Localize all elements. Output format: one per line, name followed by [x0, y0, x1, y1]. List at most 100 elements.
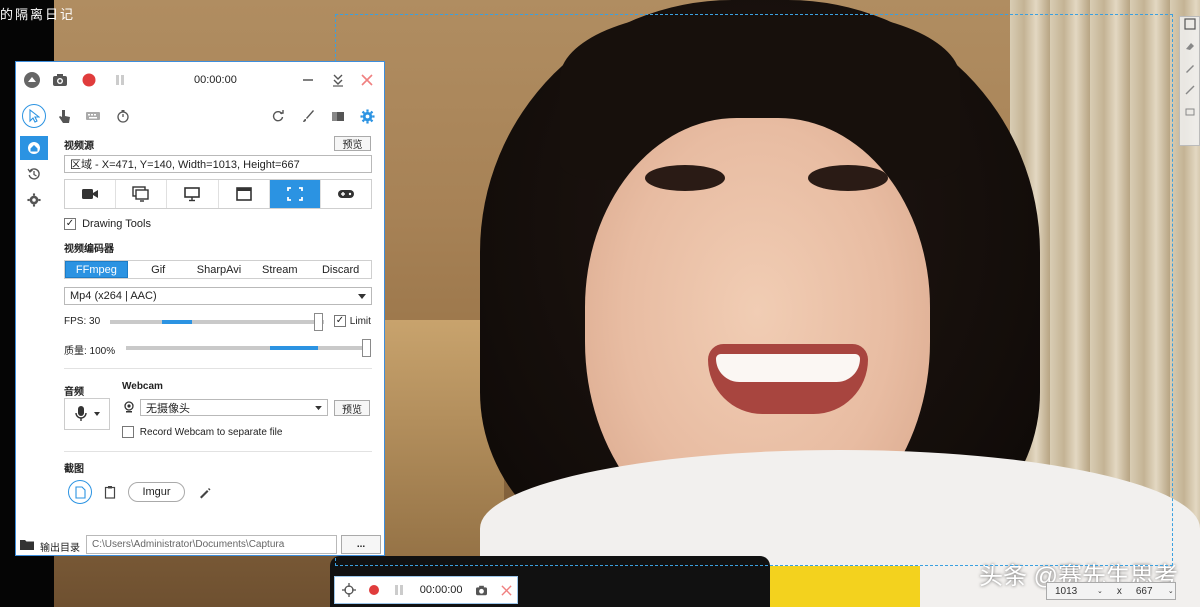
fps-limit-label: Limit: [349, 315, 371, 327]
tab-ffmpeg[interactable]: FFmpeg: [65, 261, 128, 278]
source-window-option[interactable]: [219, 180, 270, 208]
line-tool-icon[interactable]: [1180, 83, 1199, 105]
history-icon: [27, 168, 40, 180]
video-camera-icon: [82, 189, 99, 199]
shape-tool-icon[interactable]: [1180, 105, 1199, 127]
region-size-box: 1013 ⌄ x 667 ⌄: [1046, 582, 1176, 600]
tab-sharpavi[interactable]: SharpAvi: [189, 261, 250, 278]
mini-region-button[interactable]: [338, 579, 359, 601]
quality-slider[interactable]: [126, 339, 371, 357]
browse-output-button[interactable]: ...: [341, 535, 381, 554]
image-editor-button[interactable]: [194, 482, 214, 502]
fps-limit-checkbox[interactable]: ✓ Limit: [334, 315, 371, 327]
close-icon: [361, 74, 373, 86]
chevron-down-icon: [358, 294, 366, 299]
fps-slider-thumb[interactable]: [314, 313, 323, 331]
video-source-selector: [64, 179, 372, 209]
tray-button[interactable]: [328, 70, 348, 90]
source-game-option[interactable]: [321, 180, 371, 208]
pencil-icon: [199, 487, 210, 498]
overlay-icon: [332, 112, 344, 121]
close-button[interactable]: [357, 70, 377, 90]
overlay-button[interactable]: [328, 106, 348, 126]
webcam-dropdown-value: 无摄像头: [146, 402, 190, 415]
drawing-tools-checkbox[interactable]: ✓ Drawing Tools: [64, 218, 151, 231]
audio-label: 音频: [64, 387, 84, 398]
region-height-field[interactable]: 667: [1136, 586, 1168, 597]
mini-screenshot-button[interactable]: [471, 579, 492, 601]
tab-discard[interactable]: Discard: [310, 261, 371, 278]
microphone-icon: [75, 406, 87, 421]
format-dropdown[interactable]: Mp4 (x264 | AAC): [64, 287, 372, 305]
sidebar-item-settings[interactable]: [20, 188, 48, 212]
refresh-icon: [272, 110, 284, 122]
source-webcam-option[interactable]: [65, 180, 117, 208]
source-screen-option[interactable]: [167, 180, 219, 208]
save-to-disk-button[interactable]: [68, 480, 92, 504]
collapse-button[interactable]: [22, 70, 42, 90]
pause-icon: [395, 585, 404, 595]
captura-window: 00:00:00 视频源 预览 区域 - X=471, Y=140, Width…: [15, 61, 385, 556]
region-width-spin-icon[interactable]: ⌄: [1097, 587, 1103, 595]
recording-timer: 00:00:00: [194, 74, 237, 86]
sidebar-item-history[interactable]: [20, 162, 48, 186]
clipboard-button[interactable]: [100, 482, 120, 502]
output-path-field[interactable]: C:\Users\Administrator\Documents\Captura: [86, 535, 337, 554]
sidebar: [20, 136, 50, 216]
settings-button[interactable]: [357, 106, 377, 126]
webcam-separate-file-checkbox[interactable]: Record Webcam to separate file: [122, 426, 282, 438]
sidebar-item-home[interactable]: [20, 136, 48, 160]
capture-region-selection[interactable]: [335, 14, 1173, 566]
clicks-toggle-button[interactable]: [54, 106, 74, 126]
refresh-button[interactable]: [268, 106, 288, 126]
source-multi-screen-option[interactable]: [116, 180, 168, 208]
region-size-separator: x: [1116, 585, 1122, 597]
region-height-spin-icon[interactable]: ⌄: [1168, 587, 1174, 595]
mini-close-button[interactable]: [496, 579, 517, 601]
draw-button[interactable]: [298, 106, 318, 126]
output-folder-label: 输出目录: [40, 543, 80, 554]
webcam-dropdown[interactable]: 无摄像头: [140, 399, 328, 416]
video-encoder-label: 视频编码器: [64, 244, 114, 255]
chevron-down-icon: [315, 406, 322, 411]
tab-gif[interactable]: Gif: [128, 261, 189, 278]
clipboard-icon: [104, 486, 116, 499]
mini-timer: 00:00:00: [419, 584, 463, 596]
chevron-down-icon: [94, 412, 100, 416]
timer-toggle-button[interactable]: [113, 106, 133, 126]
minimize-button[interactable]: [298, 70, 318, 90]
webcam-label: Webcam: [122, 381, 163, 392]
record-button[interactable]: [79, 70, 99, 90]
region-width-field[interactable]: 1013: [1055, 586, 1097, 597]
pause-button[interactable]: [110, 70, 130, 90]
mini-pause-button[interactable]: [388, 579, 409, 601]
quality-slider-thumb[interactable]: [362, 339, 371, 357]
audio-source-button[interactable]: [64, 398, 110, 430]
drawing-tools-label: Drawing Tools: [82, 218, 151, 230]
mini-recording-bar: 00:00:00: [334, 576, 518, 604]
video-corner-title: 的隔离日记: [0, 7, 76, 22]
webcam-preview-button[interactable]: 预览: [334, 400, 370, 416]
video-source-label: 视频源: [64, 141, 94, 152]
fps-limit-check-icon: ✓: [334, 315, 346, 327]
output-footer: 输出目录 C:\Users\Administrator\Documents\Ca…: [16, 534, 384, 555]
screenshot-button[interactable]: [50, 70, 70, 90]
cursor-toggle-button[interactable]: [22, 104, 46, 128]
fps-slider[interactable]: [110, 313, 324, 331]
imgur-button[interactable]: Imgur: [128, 482, 185, 502]
file-icon: [74, 485, 86, 499]
drawing-tools-strip: [1179, 16, 1200, 146]
video-source-preview-button[interactable]: 预览: [334, 136, 371, 151]
eraser-icon[interactable]: [1180, 39, 1199, 61]
record-icon: [368, 585, 379, 595]
tool-toolbar: [16, 100, 384, 132]
pause-icon: [116, 75, 124, 85]
separate-file-check-icon: [122, 426, 134, 438]
tab-stream[interactable]: Stream: [249, 261, 310, 278]
keystrokes-toggle-button[interactable]: [83, 106, 103, 126]
text-tool-icon[interactable]: [1180, 17, 1199, 39]
pen-tool-icon[interactable]: [1180, 61, 1199, 83]
mini-record-button[interactable]: [363, 579, 384, 601]
source-region-option[interactable]: [269, 180, 321, 208]
monitor-icon: [184, 187, 201, 202]
